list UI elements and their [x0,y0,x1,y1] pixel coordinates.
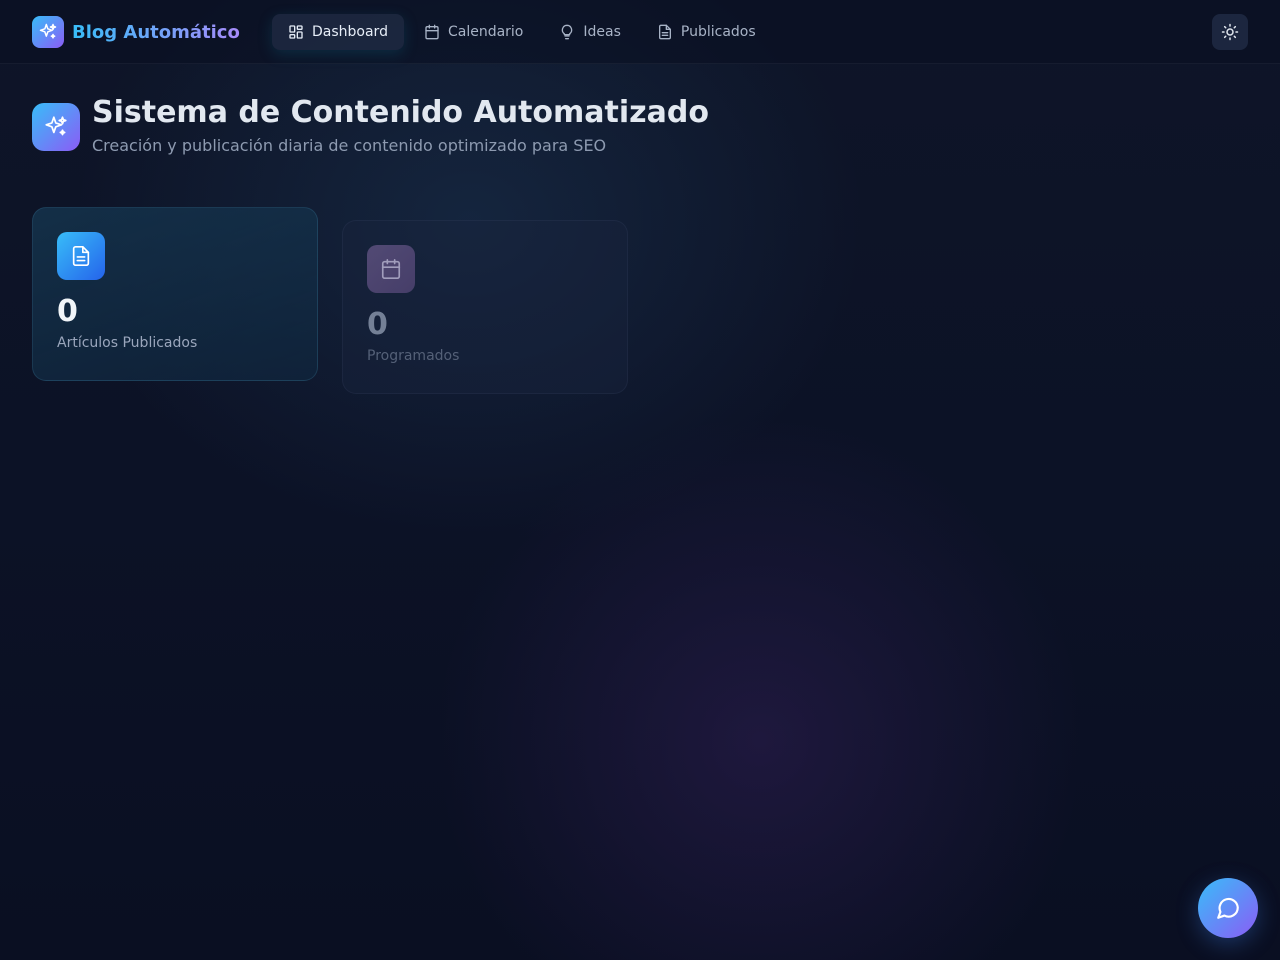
calendar-icon [367,245,415,293]
page-title: Sistema de Contenido Automatizado [92,95,709,130]
page-subtitle: Creación y publicación diaria de conteni… [92,136,607,155]
stat-card-published: 0 Artículos Publicados [32,207,318,381]
chat-bubble-icon [1217,897,1239,919]
stat-value: 0 [367,307,388,342]
chat-button[interactable] [1198,878,1258,938]
nav-item-label: Dashboard [312,24,388,40]
sun-icon [1221,23,1239,41]
stat-value: 0 [57,294,78,329]
brand[interactable]: Blog Automático [32,16,240,48]
brand-name: Blog Automático [72,21,240,43]
page-header: Sistema de Contenido Automatizado Creaci… [32,96,709,155]
main-nav: Dashboard Calendario Ideas Publicados [272,14,772,50]
stat-label: Artículos Publicados [57,335,198,351]
sparkles-icon [32,16,64,48]
dashboard-icon [289,25,303,39]
nav-item-label: Publicados [680,24,756,40]
nav-item-label: Calendario [447,24,524,40]
lightbulb-icon [562,24,573,40]
page-header-text: Sistema de Contenido Automatizado Creaci… [92,95,709,156]
calendar-icon [425,24,439,40]
sparkles-icon [32,103,80,151]
stat-label: Programados [367,348,460,364]
nav-item-label: Ideas [583,24,621,40]
file-text-icon [658,24,671,40]
nav-item-publicados[interactable]: Publicados [641,14,772,50]
nav-item-calendario[interactable]: Calendario [408,14,539,50]
theme-toggle-button[interactable] [1212,14,1248,50]
stat-card-scheduled: 0 Programados [342,220,628,394]
nav-item-ideas[interactable]: Ideas [543,14,637,50]
nav-item-dashboard[interactable]: Dashboard [272,14,404,50]
top-navbar: Blog Automático Dashboard Calendario Ide… [0,0,1280,64]
file-text-icon [57,232,105,280]
